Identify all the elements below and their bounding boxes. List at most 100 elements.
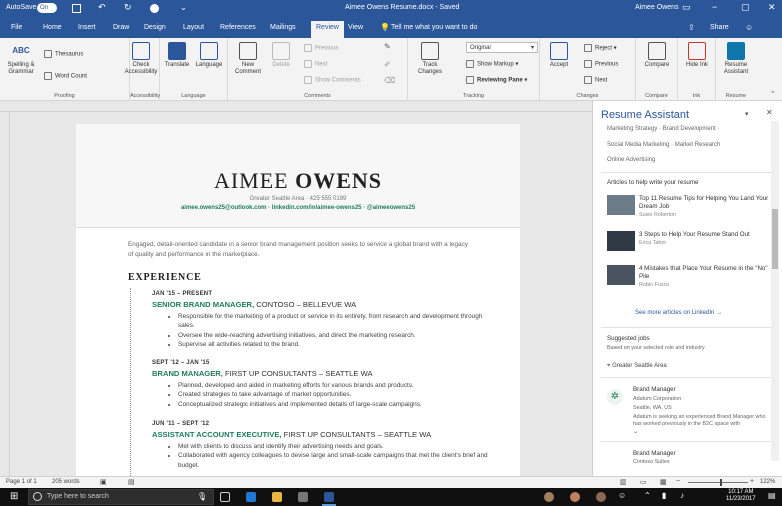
zoom-slider-thumb[interactable] (720, 479, 722, 486)
expand-chevron-icon[interactable]: ⌄ (633, 428, 638, 435)
zoom-out-icon[interactable]: − (676, 478, 680, 485)
edge-icon[interactable] (246, 492, 256, 502)
reviewing-pane-button[interactable]: Reviewing Pane ▾ (466, 76, 527, 84)
comments-icon[interactable]: ☺ (745, 23, 753, 32)
zoom-slider[interactable] (688, 482, 748, 483)
skill-tags[interactable]: Marketing Strategy · Brand Development · (607, 126, 719, 132)
maximize-icon[interactable]: ▢ (741, 2, 750, 13)
tab-file[interactable]: File (11, 24, 22, 31)
tab-view[interactable]: View (348, 24, 363, 31)
previous-change-button[interactable]: Previous (584, 60, 618, 68)
notifications-icon[interactable]: ▤ (768, 491, 776, 500)
ink-comment-icon[interactable]: ✎ (384, 42, 391, 51)
word-count[interactable]: 205 words (52, 479, 80, 485)
zoom-level[interactable]: 122% (760, 479, 775, 485)
resume-links[interactable]: aimee.owens25@outlook.com · linkedin.com… (76, 205, 520, 211)
touch-mode-icon[interactable] (150, 4, 159, 13)
next-comment-button[interactable]: Next (304, 60, 327, 68)
file-explorer-icon[interactable] (272, 492, 282, 502)
language-button[interactable]: Language (192, 42, 226, 69)
tell-me-box[interactable]: Tell me what you want to do (391, 24, 477, 31)
tab-draw[interactable]: Draw (113, 24, 129, 31)
tab-layout[interactable]: Layout (183, 24, 204, 31)
reject-button[interactable]: Reject ▾ (584, 44, 617, 52)
page-count[interactable]: Page 1 of 1 (6, 479, 37, 485)
article-thumbnail (607, 231, 635, 251)
store-icon[interactable] (298, 492, 308, 502)
location-filter[interactable]: ⌖ Greater Seattle Area (607, 363, 667, 370)
horizontal-ruler[interactable] (0, 101, 592, 112)
tab-home[interactable]: Home (43, 24, 62, 31)
new-comment-button[interactable]: New Comment (230, 42, 266, 76)
articles-heading: Articles to help write your resume (607, 179, 699, 186)
resume-assistant-button[interactable]: Resume Assistant (718, 42, 754, 76)
people-avatar-icon[interactable] (544, 492, 554, 502)
minimize-icon[interactable]: − (712, 2, 717, 12)
ribbon-options-icon[interactable]: ▭ (682, 2, 691, 13)
share-button[interactable]: Share (710, 24, 729, 31)
translate-button[interactable]: Translate (162, 42, 192, 69)
taskbar-search-box[interactable]: Type here to search 🎙 (28, 489, 214, 505)
collapse-ribbon-icon[interactable]: ⌃ (770, 90, 776, 98)
show-comments-button[interactable]: Show Comments (304, 76, 361, 84)
tab-mailings[interactable]: Mailings (270, 24, 296, 31)
document-page[interactable]: AIMEE OWENS Greater Seattle Area · 425 5… (76, 124, 520, 476)
save-icon[interactable] (72, 4, 81, 13)
check-accessibility-button[interactable]: Check Accessibility (116, 42, 166, 76)
volume-icon[interactable]: ♪ (680, 491, 684, 500)
microphone-icon[interactable]: 🎙 (197, 492, 207, 501)
word-icon[interactable] (324, 492, 334, 502)
job-title[interactable]: Brand Manager (633, 386, 676, 393)
print-layout-icon[interactable]: ▦ (660, 478, 667, 486)
close-icon[interactable]: ✕ (768, 2, 776, 13)
network-icon[interactable]: ▮ (662, 491, 666, 500)
pen-icon[interactable]: ✐ (384, 60, 391, 69)
people-icon[interactable]: ☺ (618, 491, 626, 500)
tab-references[interactable]: References (220, 24, 256, 31)
pane-options-icon[interactable]: ▾ (745, 110, 749, 118)
windows-start-icon[interactable]: ⊞ (10, 491, 18, 502)
show-markup-button[interactable]: Show Markup ▾ (466, 60, 518, 68)
proofing-status-icon[interactable]: ▣ (100, 478, 107, 486)
track-changes-button[interactable]: Track Changes (412, 42, 448, 76)
zoom-in-icon[interactable]: + (750, 478, 754, 485)
pane-scrollbar[interactable] (771, 121, 779, 461)
next-change-button[interactable]: Next (584, 76, 607, 84)
see-more-articles-link[interactable]: See more articles on LinkedIn → (635, 310, 722, 316)
chevron-up-icon[interactable]: ⌃ (644, 491, 651, 500)
task-view-icon[interactable] (220, 492, 230, 502)
people-avatar-icon[interactable] (596, 492, 606, 502)
word-count-button[interactable]: Word Count (44, 72, 87, 80)
article-item[interactable]: 3 Steps to Help Your Resume Stand Out Eri… (607, 231, 767, 257)
previous-comment-button[interactable]: Previous (304, 44, 338, 52)
clock[interactable]: 10:17 AM 11/23/2017 (726, 489, 756, 503)
pane-close-icon[interactable]: ✕ (766, 108, 773, 117)
vertical-ruler[interactable] (0, 112, 10, 476)
markup-select[interactable]: Original ▾ (466, 42, 538, 53)
thesaurus-button[interactable]: Thesaurus (44, 50, 83, 58)
macro-icon[interactable]: ▤ (128, 478, 135, 486)
article-item[interactable]: 4 Mistakes that Place Your Resume in the… (607, 265, 768, 291)
skill-tags[interactable]: Social Media Marketing · Market Research (607, 142, 720, 148)
pane-scroll-thumb[interactable] (772, 209, 778, 269)
accept-button[interactable]: Accept (544, 42, 574, 69)
tab-design[interactable]: Design (144, 24, 166, 31)
autosave-toggle[interactable]: On (37, 3, 57, 13)
skill-tags[interactable]: Online Advertising (607, 157, 655, 163)
user-name[interactable]: Aimee Owens (635, 4, 679, 11)
delete-comment-button[interactable]: Delete (266, 42, 296, 69)
people-avatar-icon[interactable] (570, 492, 580, 502)
spelling-button[interactable]: ABC Spelling & Grammar (4, 42, 38, 76)
redo-icon[interactable]: ↻ (124, 2, 132, 13)
hide-ink-button[interactable]: Hide Ink (680, 42, 714, 69)
job-title[interactable]: Brand Manager (633, 450, 676, 457)
article-item[interactable]: Top 11 Resume Tips for Helping You Land … (607, 195, 768, 221)
read-mode-icon[interactable]: ▭ (640, 478, 647, 486)
undo-icon[interactable]: ↶ (98, 2, 106, 13)
focus-mode-icon[interactable]: ▥ (620, 478, 627, 486)
tab-insert[interactable]: Insert (78, 24, 96, 31)
customize-toolbar-icon[interactable]: ⌄ (180, 3, 187, 12)
compare-button[interactable]: Compare (638, 42, 676, 69)
tab-review[interactable]: Review (311, 21, 344, 38)
eraser-icon[interactable]: ⌫ (384, 76, 395, 85)
